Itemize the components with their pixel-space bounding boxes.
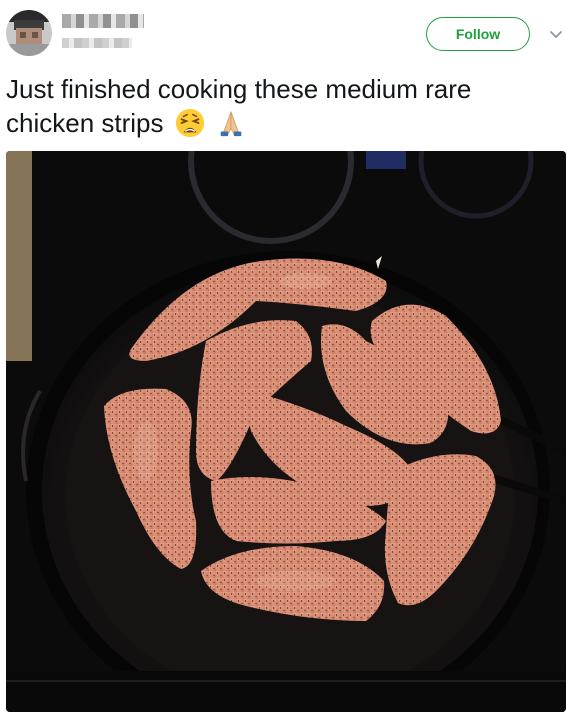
redacted-user-meta <box>62 14 152 54</box>
tweet-text-line-1: Just finished cooking these medium rare <box>6 74 472 104</box>
tweet-text-line-2: chicken strips <box>6 108 164 138</box>
tweet-header: Follow <box>0 0 582 66</box>
tweet-text: Just finished cooking these medium rare … <box>6 72 566 140</box>
avatar-pixel <box>32 32 38 38</box>
avatar[interactable] <box>6 10 52 56</box>
skillet-chicken-strips-photo <box>6 151 566 712</box>
weary-face-icon <box>175 108 204 138</box>
folded-hands-icon <box>220 111 242 137</box>
avatar-pixel <box>6 44 52 56</box>
tweet-photo[interactable] <box>6 151 566 712</box>
tweet-text-line-2-row: chicken strips <box>6 106 566 140</box>
avatar-pixel <box>20 32 26 38</box>
redacted-handle <box>62 38 132 48</box>
redacted-display-name <box>62 14 144 28</box>
follow-button[interactable]: Follow <box>426 17 530 51</box>
chevron-down-icon[interactable] <box>548 26 564 42</box>
